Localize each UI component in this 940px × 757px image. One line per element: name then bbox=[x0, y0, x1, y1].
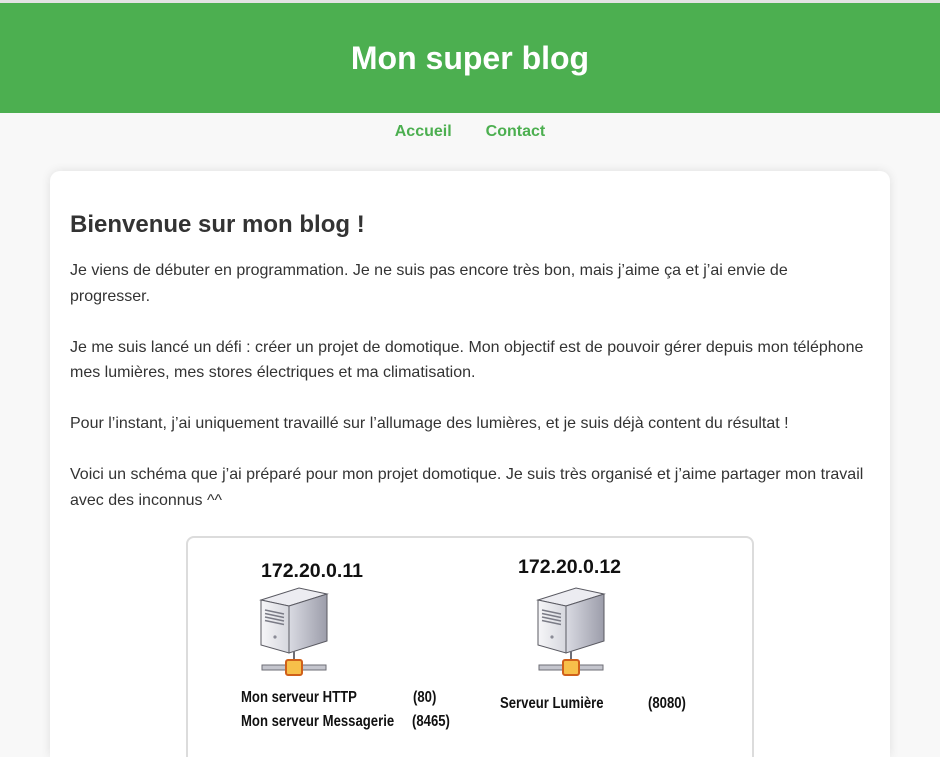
site-header: Mon super blog bbox=[0, 3, 940, 113]
server-ip-label: 172.20.0.12 bbox=[518, 555, 622, 578]
paragraph-intro: Je viens de débuter en programmation. Je… bbox=[70, 262, 788, 305]
service-row: Serveur Lumière (8080) bbox=[500, 694, 700, 714]
network-connector bbox=[562, 658, 580, 676]
network-diagram: 172.20.0.11 Mon serveur HTTP (80) Mon se… bbox=[186, 535, 754, 757]
post-heading: Bienvenue sur mon blog ! bbox=[70, 211, 365, 238]
main-nav: Accueil Contact bbox=[0, 113, 940, 151]
content-card: Bienvenue sur mon blog ! Je viens de déb… bbox=[50, 171, 890, 757]
service-port: (8080) bbox=[648, 694, 686, 712]
service-port: (8465) bbox=[412, 712, 450, 730]
nav-link-contact[interactable]: Contact bbox=[486, 123, 546, 141]
paragraph-diagram-intro: Voici un schéma que j’ai préparé pour mo… bbox=[70, 466, 864, 510]
server-front-face bbox=[537, 599, 567, 654]
server-power-led bbox=[273, 635, 277, 639]
service-port: (80) bbox=[413, 688, 437, 706]
server-block-2: 172.20.0.12 Serveur Lumière (8080) bbox=[500, 538, 700, 738]
server-front-face bbox=[260, 599, 290, 654]
server-block-1: 172.20.0.11 Mon serveur HTTP (80) Mon se… bbox=[241, 538, 461, 738]
paragraph-challenge: Je me suis lancé un défi : créer un proj… bbox=[70, 338, 864, 382]
server-icon bbox=[536, 587, 606, 676]
server-ip-label: 172.20.0.11 bbox=[261, 559, 363, 582]
server-power-led bbox=[550, 635, 554, 639]
service-row: Mon serveur HTTP (80) bbox=[241, 688, 461, 708]
paragraph-progress: Pour l’instant, j’ai uniquement travaill… bbox=[70, 415, 789, 433]
service-name: Mon serveur HTTP bbox=[241, 688, 357, 706]
nav-link-accueil[interactable]: Accueil bbox=[395, 123, 452, 141]
network-connector bbox=[285, 658, 303, 676]
service-name: Mon serveur Messagerie bbox=[241, 712, 395, 730]
service-name: Serveur Lumière bbox=[500, 694, 604, 712]
site-title: Mon super blog bbox=[350, 40, 590, 76]
server-icon bbox=[259, 587, 329, 676]
service-row: Mon serveur Messagerie (8465) bbox=[241, 712, 461, 732]
